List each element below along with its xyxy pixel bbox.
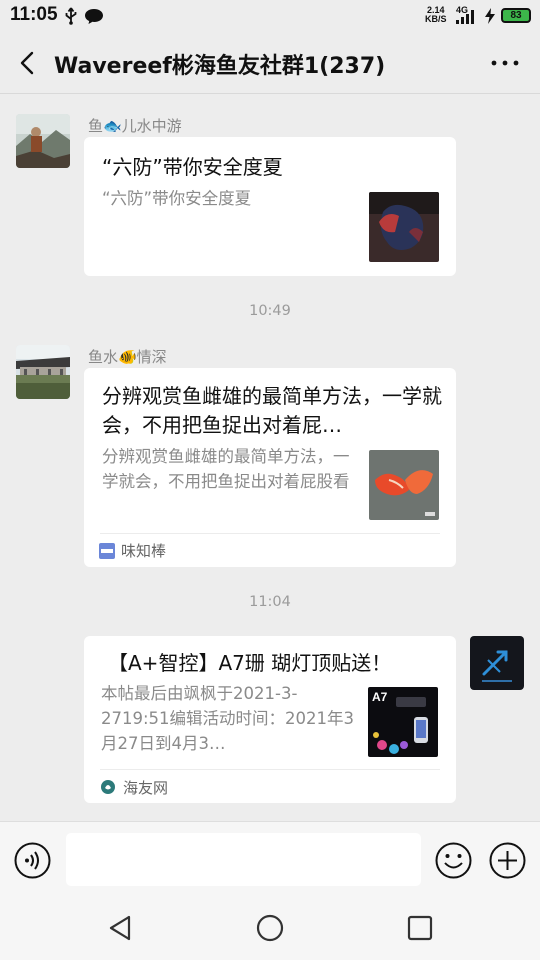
emoji-icon[interactable] — [435, 842, 472, 879]
article-source: 味知棒 — [121, 542, 167, 560]
card-divider — [100, 533, 440, 534]
nav-recents-icon[interactable] — [405, 913, 435, 943]
article-description: 分辨观赏鱼雌雄的最简单方法，一学就会，不用把鱼捉出对着屁股看 — [102, 447, 350, 491]
message-bubble-icon — [85, 9, 103, 24]
nav-home-icon[interactable] — [255, 913, 285, 943]
charging-icon — [485, 8, 495, 24]
back-arrow-icon[interactable] — [10, 45, 46, 81]
battery-indicator: 83 — [501, 8, 531, 23]
message-input[interactable] — [66, 833, 421, 886]
avatar[interactable] — [16, 345, 70, 399]
message-list[interactable]: 鱼🐟儿水中游 “六防”带你安全度夏 “六防”带你安全度夏 10:49 鱼水🐠情深… — [0, 95, 540, 821]
avatar[interactable] — [470, 636, 524, 690]
network-speed-unit: KB/S — [425, 14, 447, 24]
time-separator: 11:04 — [249, 594, 291, 610]
usb-icon — [65, 7, 77, 25]
article-source: 海友网 — [123, 779, 169, 797]
shared-article-card[interactable]: “六防”带你安全度夏 “六防”带你安全度夏 — [84, 137, 456, 276]
article-thumbnail — [369, 450, 439, 520]
thumbnail-label: A7 — [372, 690, 388, 704]
chat-title: Wavereef彬海鱼友社群1(237) — [54, 54, 386, 79]
shared-article-card[interactable]: 分辨观赏鱼雌雄的最简单方法，一学就会，不用把鱼捉出对着屁… 分辨观赏鱼雌雄的最简… — [84, 368, 456, 567]
article-title: “六防”带你安全度夏 — [102, 155, 283, 179]
plus-icon[interactable] — [489, 842, 526, 879]
source-logo-icon — [101, 780, 115, 794]
shared-article-card[interactable]: 【A+智控】A7珊 瑚灯顶贴送！ 本帖最后由飒枫于2021-3-2719:51编… — [84, 636, 456, 803]
input-bar — [0, 821, 540, 899]
article-title: 分辨观赏鱼雌雄的最简单方法，一学就会，不用把鱼捉出对着屁… — [102, 384, 442, 437]
card-divider — [100, 769, 440, 770]
nav-back-icon[interactable] — [105, 913, 135, 943]
article-thumbnail — [369, 192, 439, 262]
signal-icon — [456, 10, 474, 24]
article-description: 本帖最后由飒枫于2021-3-2719:51编辑活动时间：2021年3月27日到… — [101, 684, 355, 753]
article-title: 【A+智控】A7珊 瑚灯顶贴送！ — [108, 651, 392, 675]
status-time: 11:05 — [10, 4, 58, 25]
status-bar: 11:05 2.14 KB/S 4G 83 — [0, 0, 540, 32]
article-thumbnail: A7 — [368, 687, 438, 757]
more-options-icon[interactable] — [488, 46, 522, 80]
avatar[interactable] — [16, 114, 70, 168]
sender-name: 鱼水🐠情深 — [88, 348, 167, 366]
voice-input-icon[interactable] — [14, 842, 51, 879]
time-separator: 10:49 — [249, 303, 291, 319]
source-logo-icon — [99, 543, 115, 559]
system-nav-bar — [0, 899, 540, 960]
network-speed: 2.14 KB/S — [425, 6, 447, 24]
sender-name: 鱼🐟儿水中游 — [88, 117, 182, 135]
chat-header: Wavereef彬海鱼友社群1(237) — [0, 32, 540, 94]
article-description: “六防”带你安全度夏 — [102, 189, 252, 208]
